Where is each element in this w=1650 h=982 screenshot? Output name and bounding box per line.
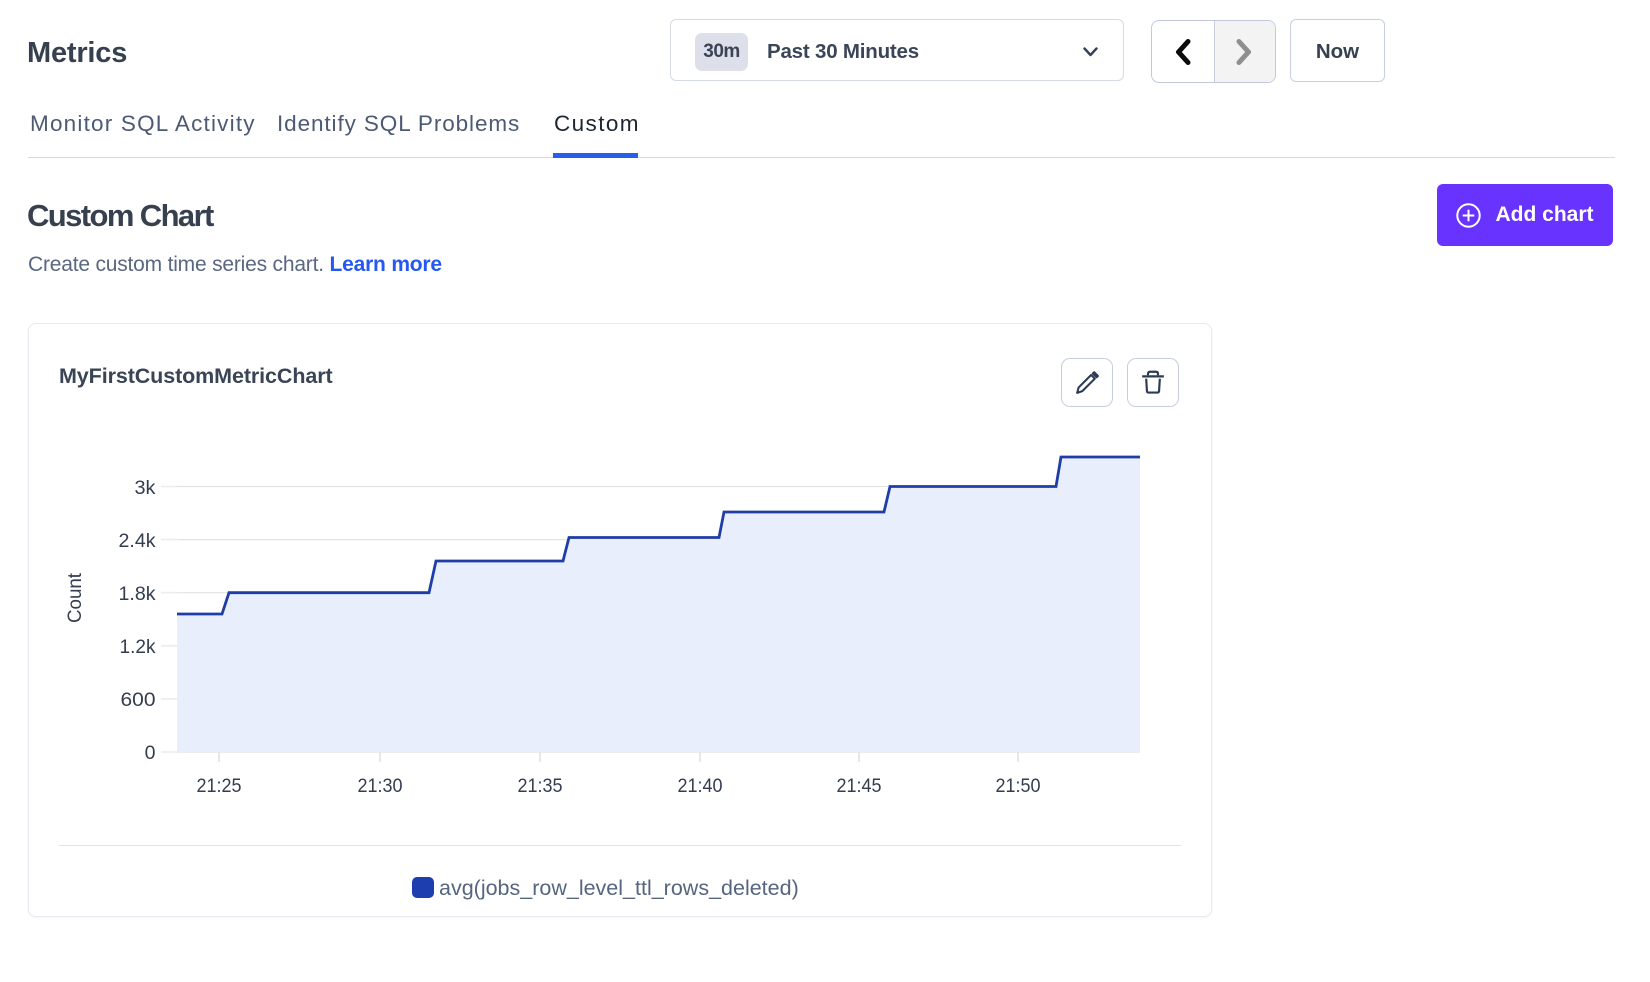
svg-text:21:35: 21:35 bbox=[518, 776, 563, 797]
svg-text:1.2k: 1.2k bbox=[120, 636, 156, 658]
svg-text:21:30: 21:30 bbox=[358, 776, 403, 797]
svg-text:1.8k: 1.8k bbox=[119, 583, 156, 605]
svg-text:2.4k: 2.4k bbox=[119, 530, 156, 552]
svg-text:21:50: 21:50 bbox=[996, 776, 1041, 797]
svg-text:0: 0 bbox=[145, 742, 156, 764]
svg-text:21:25: 21:25 bbox=[197, 776, 242, 797]
svg-text:600: 600 bbox=[121, 689, 156, 711]
svg-text:21:40: 21:40 bbox=[678, 776, 723, 797]
svg-text:3k: 3k bbox=[135, 477, 156, 499]
svg-text:Count: Count bbox=[64, 572, 86, 623]
svg-text:21:45: 21:45 bbox=[837, 776, 882, 797]
